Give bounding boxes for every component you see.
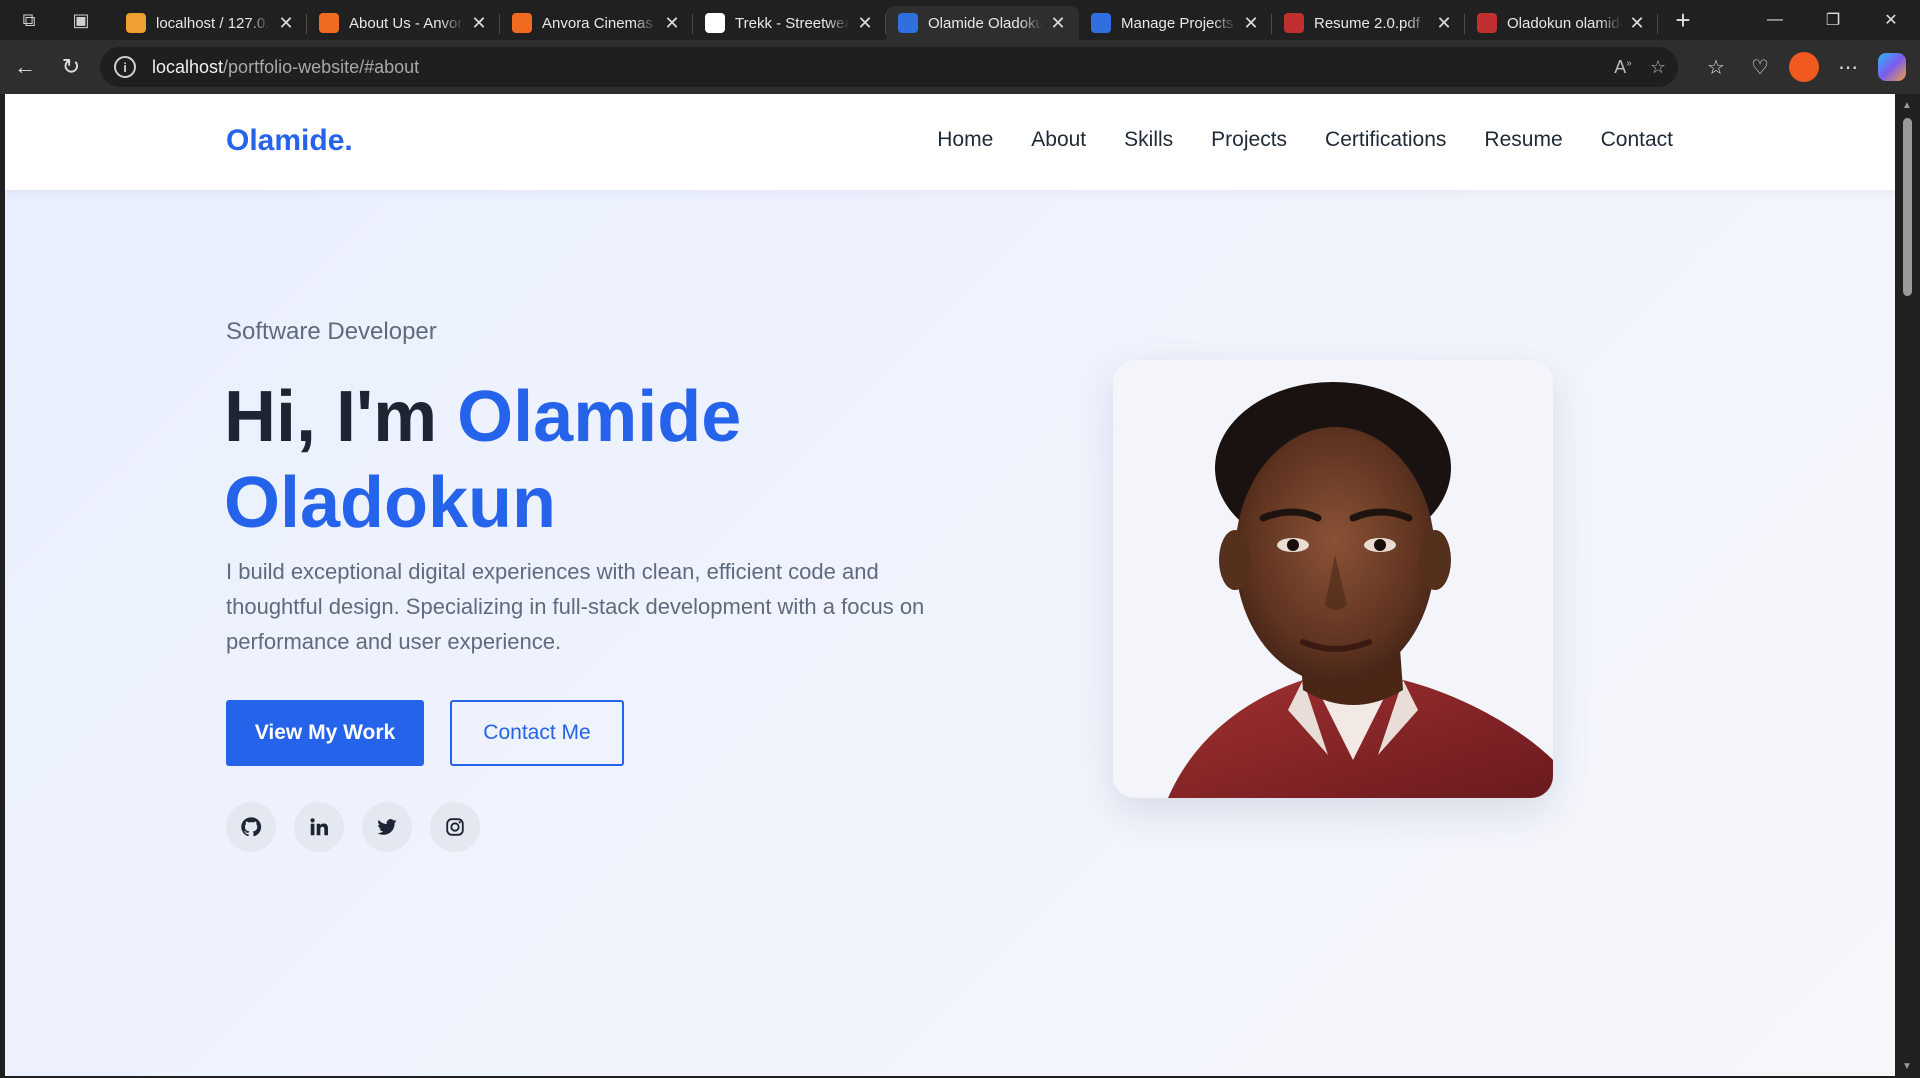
tab-favicon-icon [898,13,918,33]
browser-tab[interactable]: Manage Projects ✕ [1079,6,1272,40]
contact-me-button[interactable]: Contact Me [450,700,624,766]
url-path: /portfolio-website/#about [223,56,420,77]
url-field[interactable]: i localhost/portfolio-website/#about A» … [100,47,1678,87]
nav-link-contact[interactable]: Contact [1601,128,1673,152]
nav-link-home[interactable]: Home [937,128,993,152]
restore-button[interactable]: ❐ [1804,0,1862,40]
tab-favicon-icon [705,13,725,33]
nav-link-about[interactable]: About [1031,128,1086,152]
tab-strip: localhost / 127.0.0 ✕ About Us - Anvora ✕ An… [114,0,1658,40]
tab-title: Anvora Cinemas [542,14,653,32]
instagram-icon [446,818,464,836]
address-bar-row: ← ↻ i localhost/portfolio-website/#about… [0,40,1920,94]
hero-description: I build exceptional digital experiences … [226,559,925,654]
github-icon [241,817,262,837]
url-host: localhost [152,56,224,77]
browser-tab[interactable]: Resume 2.0.pdf ✕ [1272,6,1465,40]
tab-title: About Us - Anvora [349,14,464,32]
browser-essentials-icon[interactable]: ♡ [1742,49,1778,85]
favorite-star-icon[interactable]: ☆ [1650,57,1666,78]
new-tab-button[interactable]: + [1668,5,1698,36]
tab-close-icon[interactable]: ✕ [277,13,295,34]
tab-close-icon[interactable]: ✕ [1435,13,1453,34]
tab-title: Resume 2.0.pdf [1314,14,1420,32]
workspaces-icon[interactable]: ⧉ [14,5,44,35]
tab-favicon-icon [126,13,146,33]
main-nav: Home About Skills Projects Certifications Res… [937,128,1673,152]
tab-favicon-icon [512,13,532,33]
social-links [226,802,480,852]
close-window-button[interactable]: ✕ [1862,0,1920,40]
linkedin-link[interactable] [294,802,344,852]
scroll-up-arrow-icon[interactable]: ▲ [1902,100,1912,111]
linkedin-icon [310,818,328,836]
browser-tab[interactable]: Olamide Oladokun ✕ [886,6,1079,40]
twitter-link[interactable] [362,802,412,852]
back-button[interactable]: ← [2,47,48,87]
twitter-icon [377,819,397,835]
profile-photo [1113,360,1553,798]
github-link[interactable] [226,802,276,852]
page-scrollbar[interactable]: ▲ ▼ [1895,94,1920,1078]
page-viewport: Olamide. Home About Skills Projects Certific… [5,94,1895,1076]
site-logo[interactable]: Olamide. [226,124,353,158]
read-aloud-icon[interactable]: A» [1614,57,1632,78]
favorites-icon[interactable]: ☆ [1698,49,1734,85]
tab-favicon-icon [319,13,339,33]
instagram-link[interactable] [430,802,480,852]
view-my-work-button[interactable]: View My Work [226,700,424,766]
browser-tab[interactable]: About Us - Anvora ✕ [307,6,500,40]
browser-tab[interactable]: Oladokun olamide ✕ [1465,6,1658,40]
tab-close-icon[interactable]: ✕ [1242,13,1260,34]
browser-tab[interactable]: Anvora Cinemas ✕ [500,6,693,40]
tab-close-icon[interactable]: ✕ [1628,13,1646,34]
refresh-button[interactable]: ↻ [48,47,94,87]
browser-tab[interactable]: Trekk - Streetwear ✕ [693,6,886,40]
minimize-button[interactable]: — [1746,0,1804,40]
scroll-down-arrow-icon[interactable]: ▼ [1902,1061,1912,1072]
browser-tab-bar: ⧉ ▣ localhost / 127.0.0 ✕ About Us - Anvor… [0,0,1920,40]
site-header: Olamide. Home About Skills Projects Certific… [5,94,1895,190]
browser-tab[interactable]: localhost / 127.0.0 ✕ [114,6,307,40]
more-menu-icon[interactable]: ⋯ [1830,49,1866,85]
tab-title: localhost / 127.0.0 [156,14,271,32]
tab-title: Trekk - Streetwear [735,14,850,32]
tab-title: Oladokun olamide [1507,14,1622,32]
hero-subtitle: Software Developer [226,318,437,345]
window-controls: — ❐ ✕ [1746,0,1920,40]
nav-link-resume[interactable]: Resume [1484,128,1562,152]
omnibox-actions: A» ☆ [1614,47,1666,87]
browser-toolbar: ☆ ♡ ⋯ [1698,47,1910,87]
tab-close-icon[interactable]: ✕ [663,13,681,34]
site-info-icon[interactable]: i [114,56,136,78]
tab-close-icon[interactable]: ✕ [856,13,874,34]
hero-greeting: Hi, I'm [224,377,458,457]
tab-title: Manage Projects [1121,14,1234,32]
tab-close-icon[interactable]: ✕ [470,13,488,34]
tab-favicon-icon [1091,13,1111,33]
nav-link-projects[interactable]: Projects [1211,128,1287,152]
tab-title: Olamide Oladokun [928,14,1043,32]
scrollbar-thumb[interactable] [1903,118,1912,296]
tab-favicon-icon [1477,13,1497,33]
vertical-tabs-icon[interactable]: ▣ [66,5,96,35]
tab-close-icon[interactable]: ✕ [1049,13,1067,34]
profile-avatar[interactable] [1786,49,1822,85]
tab-favicon-icon [1284,13,1304,33]
nav-link-certifications[interactable]: Certifications [1325,128,1446,152]
portrait-image [1113,360,1553,798]
nav-link-skills[interactable]: Skills [1124,128,1173,152]
hero-title: Hi, I'm Olamide Oladokun [224,374,984,546]
copilot-icon[interactable] [1874,49,1910,85]
